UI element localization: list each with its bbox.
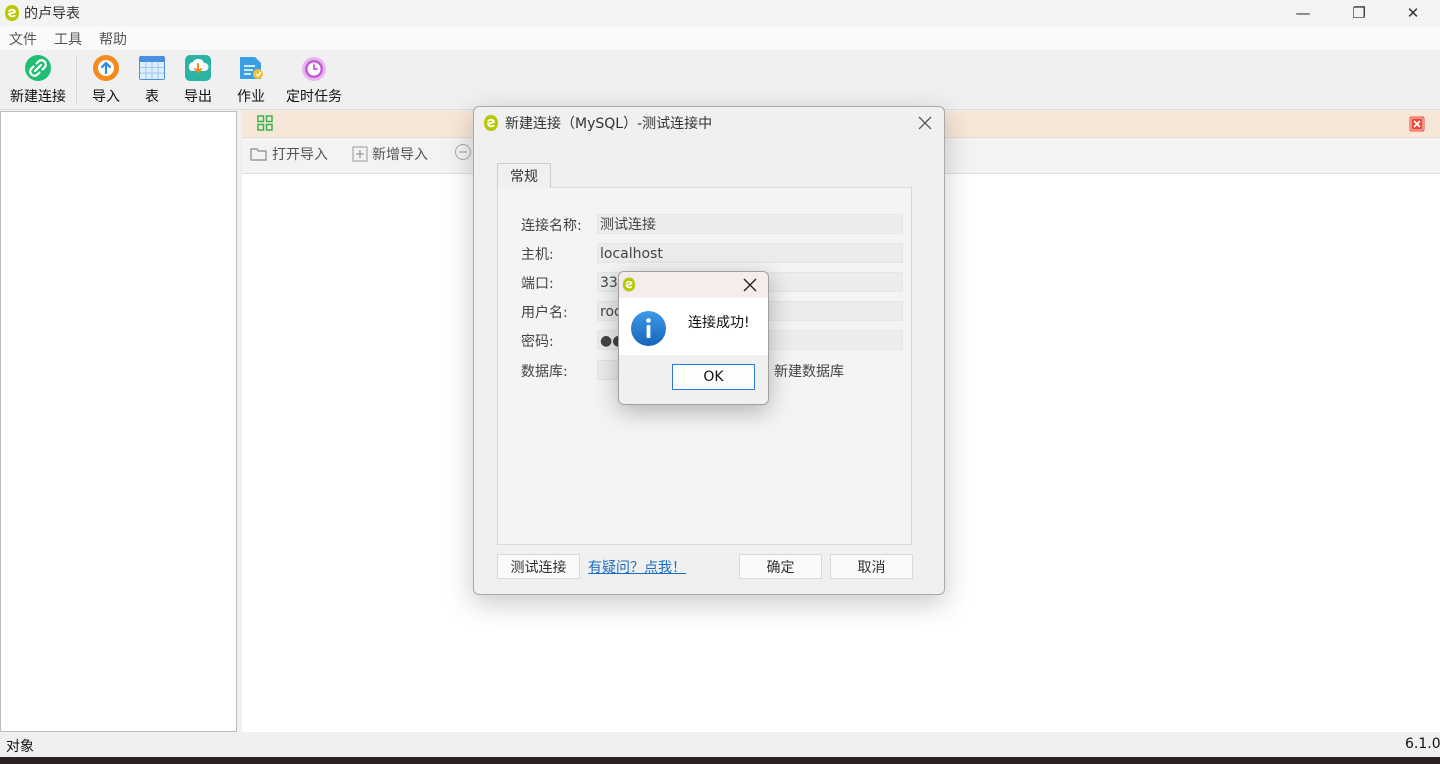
- clock-icon: [302, 57, 326, 81]
- help-link[interactable]: 有疑问？点我！: [588, 557, 686, 577]
- toolbar-new-connection[interactable]: 新建连接: [10, 54, 66, 108]
- new-database-link[interactable]: 新建数据库: [774, 361, 844, 381]
- table-icon: [139, 56, 165, 80]
- toolbar-label: 作业: [237, 89, 265, 105]
- close-tab-icon[interactable]: [1409, 116, 1425, 132]
- cancel-button[interactable]: 取消: [830, 554, 913, 579]
- add-import-button[interactable]: 新增导入: [352, 144, 428, 164]
- job-icon: [240, 57, 263, 79]
- host-label: 主机:: [521, 247, 554, 263]
- dialog-title: 新建连接（MySQL）-测试连接中: [505, 116, 713, 132]
- menu-help[interactable]: 帮助: [99, 29, 127, 49]
- maximize-button[interactable]: ❐: [1336, 0, 1382, 26]
- message-ok-button[interactable]: OK: [672, 364, 755, 390]
- database-label: 数据库:: [521, 364, 568, 380]
- status-bar: [0, 733, 1440, 757]
- status-objects: 对象: [6, 739, 34, 755]
- toolbar-job[interactable]: 作业: [237, 54, 265, 108]
- connection-name-label: 连接名称:: [521, 218, 582, 234]
- dialog-close-icon[interactable]: [914, 112, 936, 134]
- link-icon: [25, 55, 51, 81]
- close-window-button[interactable]: ✕: [1390, 0, 1436, 26]
- status-version: 6.1.0: [1405, 736, 1440, 752]
- object-tree-panel[interactable]: [0, 111, 237, 732]
- connection-name-input[interactable]: 测试连接: [597, 214, 903, 234]
- message-text: 连接成功!: [688, 315, 750, 331]
- grid-icon[interactable]: [257, 115, 273, 131]
- toolbar-label: 新建连接: [10, 89, 66, 105]
- host-input[interactable]: localhost: [597, 243, 903, 263]
- minimize-button[interactable]: —: [1280, 0, 1326, 26]
- folder-icon: [250, 148, 267, 161]
- menu-tools[interactable]: 工具: [54, 29, 82, 49]
- toolbar-import[interactable]: 导入: [92, 54, 120, 108]
- minus-circle-icon[interactable]: [454, 143, 472, 161]
- taskbar-strip: [0, 757, 1440, 764]
- add-import-label: 新增导入: [372, 147, 428, 163]
- main-toolbar: [0, 50, 1440, 110]
- open-import-label: 打开导入: [272, 147, 328, 163]
- toolbar-separator: [76, 56, 77, 104]
- menu-file[interactable]: 文件: [9, 29, 37, 49]
- open-import-button[interactable]: 打开导入: [250, 144, 328, 164]
- test-connection-button[interactable]: 测试连接: [497, 554, 580, 579]
- title-bar: [0, 0, 1440, 26]
- dialog-logo-icon: [484, 115, 498, 131]
- window-title: 的卢导表: [24, 6, 80, 22]
- plus-square-icon: [352, 146, 368, 162]
- password-label: 密码:: [521, 334, 554, 350]
- toolbar-scheduled-task[interactable]: 定时任务: [286, 54, 342, 108]
- info-icon: [631, 311, 666, 346]
- toolbar-label: 导出: [184, 89, 212, 105]
- toolbar-label: 定时任务: [286, 89, 342, 105]
- menu-bar: [0, 26, 1440, 50]
- message-close-icon[interactable]: [740, 275, 760, 295]
- tab-general[interactable]: 常规: [497, 163, 551, 188]
- toolbar-label: 表: [145, 89, 159, 105]
- confirm-button[interactable]: 确定: [739, 554, 822, 579]
- toolbar-export[interactable]: 导出: [184, 54, 212, 108]
- username-label: 用户名:: [521, 305, 568, 321]
- app-logo-icon: [5, 5, 19, 21]
- message-logo-icon: [622, 277, 636, 292]
- toolbar-label: 导入: [92, 89, 120, 105]
- port-label: 端口:: [521, 276, 554, 292]
- export-icon: [185, 55, 211, 81]
- import-icon: [93, 55, 119, 81]
- toolbar-table[interactable]: 表: [138, 54, 166, 108]
